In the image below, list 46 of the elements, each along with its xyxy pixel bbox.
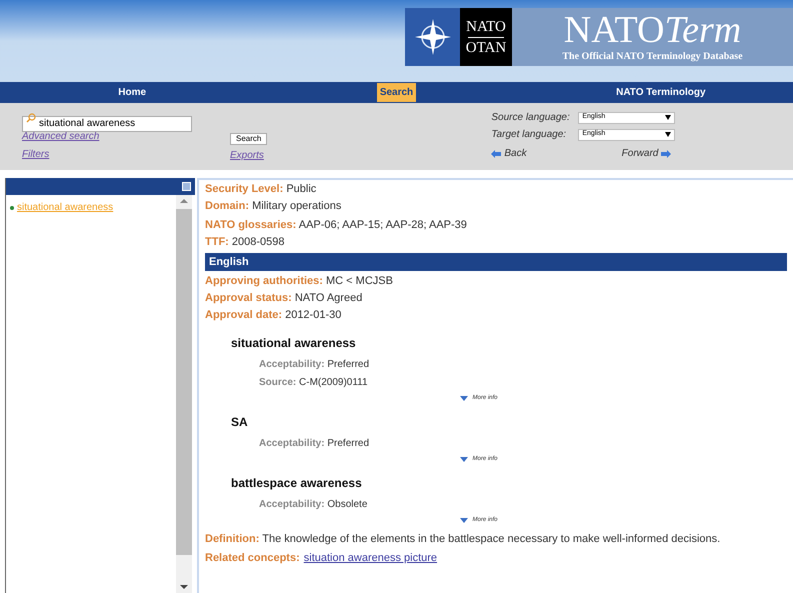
search-button[interactable]: Search: [230, 133, 268, 145]
expand-icon: [460, 396, 468, 401]
record-field: NATO glossaries: AAP-06; AAP-15; AAP-28; AAP-39: [205, 217, 787, 234]
language-label: Target language:: [491, 128, 568, 142]
term-detail: Acceptability: Preferred: [258, 358, 370, 372]
collapse-icon[interactable]: [182, 182, 191, 191]
nav-tab[interactable]: Home: [115, 83, 150, 102]
left-arrow-icon: [491, 150, 502, 158]
site-tagline: The Official NATO Terminology Database: [562, 50, 743, 64]
language-label: Source language:: [491, 111, 571, 125]
section-header: English: [205, 253, 787, 271]
field-label: Related concepts:: [205, 551, 300, 566]
bullet-icon: [10, 206, 14, 210]
emblem-text: OTAN: [466, 38, 506, 58]
record-field: Definition: The knowledge of the elements in the battlespace necessary to make well-informed decisions.: [205, 531, 787, 548]
nav-tab[interactable]: Search: [376, 83, 416, 102]
expand-icon: [460, 457, 468, 462]
toolbar-link[interactable]: Advanced search: [22, 129, 100, 144]
term-detail: Source: C-M(2009)0111: [258, 376, 369, 390]
term-heading: situational awareness: [231, 335, 357, 352]
record-field: Domain: Military operations: [205, 198, 787, 215]
dropdown-arrow-icon: [665, 115, 672, 120]
record-field: Approving authorities: MC < MCJSB: [205, 273, 787, 290]
toolbar-link[interactable]: Filters: [22, 147, 50, 162]
nav-tab[interactable]: NATO Terminology: [613, 83, 709, 102]
term-detail: Acceptability: Obsolete: [258, 498, 368, 512]
record-field: Security Level: Public: [205, 181, 787, 198]
site-name: NATOTerm: [564, 10, 742, 48]
related-link[interactable]: situation awareness picture: [304, 548, 438, 568]
emblem-text: NATO: [466, 18, 506, 36]
exports-link[interactable]: Exports: [230, 148, 264, 163]
term-detail: Acceptability: Preferred: [258, 437, 370, 451]
term-heading: SA: [231, 414, 249, 431]
scroll-up-icon[interactable]: [180, 199, 188, 203]
term-heading: battlespace awareness: [231, 475, 363, 492]
dropdown-arrow-icon: [665, 132, 672, 137]
search-field[interactable]: situational awareness: [22, 116, 192, 132]
record-field: Approval status: NATO Agreed: [205, 290, 787, 307]
record-field: TTF: 2008-0598: [205, 234, 787, 251]
search-icon: [26, 113, 36, 123]
right-arrow-icon: [661, 150, 672, 158]
back-link[interactable]: Back: [491, 146, 527, 161]
record-field: Approval date: 2012-01-30: [205, 307, 787, 324]
expand-icon: [460, 518, 468, 523]
scroll-down-icon[interactable]: [180, 585, 188, 589]
forward-link[interactable]: Forward: [622, 146, 672, 161]
